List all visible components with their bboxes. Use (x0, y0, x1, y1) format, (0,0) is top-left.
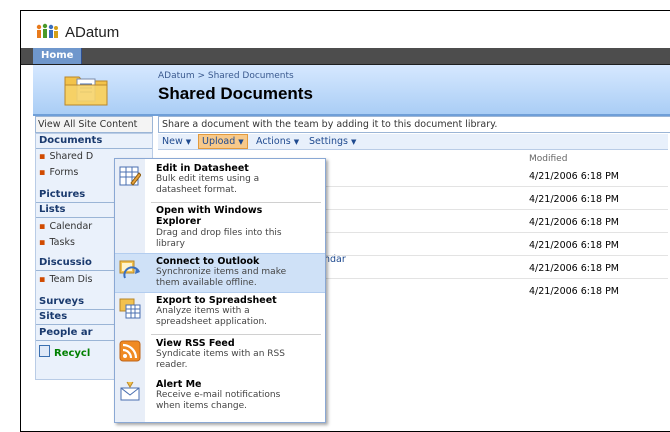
datasheet-icon (119, 166, 141, 186)
bullet-icon: ▪ (39, 221, 46, 232)
row-modified-date: 4/21/2006 6:18 PM (529, 171, 620, 182)
chevron-down-icon: ▼ (293, 138, 300, 146)
menu-item-title: Connect to Outlook (156, 256, 260, 267)
settings-menu-button[interactable]: Settings ▼ (309, 134, 356, 150)
recycle-bin-icon (39, 345, 50, 357)
nav-item-label: Team Dis (49, 274, 93, 285)
recycle-bin-label: Recycl (54, 348, 91, 359)
page-title-band (33, 65, 670, 115)
nav-heading-lists[interactable]: Lists (39, 204, 65, 215)
row-modified-date: 4/21/2006 6:18 PM (529, 263, 620, 274)
library-description: Share a document with the team by adding… (158, 116, 670, 133)
breadcrumb[interactable]: ADatum > Shared Documents (158, 71, 294, 81)
nav-item-label: Tasks (49, 237, 75, 248)
page-title: Shared Documents (158, 84, 313, 103)
nav-item-calendar[interactable]: ▪ Calendar (39, 221, 92, 232)
bullet-icon: ▪ (39, 151, 46, 162)
menu-item-alert-me[interactable]: Alert Me Receive e-mail notifications wh… (115, 377, 325, 419)
top-navigation: Home (21, 48, 670, 65)
bullet-icon: ▪ (39, 167, 46, 178)
menu-item-description: them available offline. (156, 277, 257, 288)
row-modified-date: 4/21/2006 6:18 PM (529, 194, 620, 205)
actions-dropdown-menu: Edit in Datasheet Bulk edit items using … (114, 158, 326, 423)
nav-item-label: Forms (49, 167, 79, 178)
menu-item-description: library (156, 238, 185, 249)
bullet-icon: ▪ (39, 274, 46, 285)
new-label: New (162, 136, 183, 147)
menu-item-description: datasheet format. (156, 184, 238, 195)
nav-item-label: Shared D (49, 151, 94, 162)
nav-item-label: Calendar (49, 221, 93, 232)
row-modified-date: 4/21/2006 6:18 PM (529, 240, 620, 251)
menu-separator (151, 334, 321, 335)
actions-menu-button[interactable]: Actions ▼ (256, 134, 299, 150)
outlook-icon (119, 260, 140, 279)
menu-item-title: Open with Windows Explorer (156, 205, 263, 227)
document-library-folder-icon (64, 76, 108, 106)
menu-item-description: Bulk edit items using a (156, 174, 260, 184)
site-title[interactable]: ADatum (65, 24, 119, 41)
upload-menu-button[interactable]: Upload ▼ (198, 134, 248, 149)
row-modified-date: 4/21/2006 6:18 PM (529, 286, 620, 297)
nav-heading-documents[interactable]: Documents (39, 135, 102, 146)
rss-icon (119, 340, 141, 362)
menu-item-description: Synchronize items and make (156, 267, 287, 277)
menu-item-description: Analyze items with a (156, 306, 250, 316)
nav-heading-people-and-groups[interactable]: People ar (39, 327, 93, 338)
list-toolbar: New ▼ Upload ▼ Actions ▼ Settings ▼ (158, 134, 668, 150)
people-logo-icon (36, 23, 58, 38)
recycle-bin-link[interactable]: Recycl (39, 345, 90, 359)
row-modified-date: 4/21/2006 6:18 PM (529, 217, 620, 228)
chevron-down-icon: ▼ (238, 138, 244, 146)
nav-heading-surveys[interactable]: Surveys (39, 296, 84, 307)
browser-frame: ADatum Home ADatum > Shared Documents Sh… (20, 10, 670, 432)
menu-item-open-with-windows-explorer[interactable]: Open with Windows Explorer Drag and drop… (115, 203, 325, 253)
chevron-down-icon: ▼ (185, 138, 192, 146)
nav-item-shared-documents[interactable]: ▪ Shared D (39, 151, 93, 162)
menu-item-title: Alert Me (156, 379, 202, 390)
menu-item-connect-to-outlook[interactable]: Connect to Outlook Synchronize items and… (115, 253, 325, 293)
view-all-site-content-link[interactable]: View All Site Content (35, 116, 153, 133)
menu-item-description: when items change. (156, 400, 248, 411)
nav-heading-sites[interactable]: Sites (39, 311, 67, 322)
menu-item-description: Receive e-mail notifications (156, 390, 281, 400)
spreadsheet-icon (119, 298, 141, 319)
menu-item-title: Export to Spreadsheet (156, 295, 277, 306)
alert-envelope-icon (120, 381, 140, 401)
chevron-down-icon: ▼ (350, 138, 357, 146)
settings-label: Settings (309, 136, 348, 147)
nav-heading-pictures[interactable]: Pictures (39, 189, 85, 200)
nav-item-tasks[interactable]: ▪ Tasks (39, 237, 75, 248)
divider (36, 148, 152, 149)
menu-item-description: spreadsheet application. (156, 316, 268, 327)
nav-item-team-discussion[interactable]: ▪ Team Dis (39, 274, 93, 285)
upload-label: Upload (202, 136, 236, 147)
column-header-modified[interactable]: Modified (529, 154, 567, 164)
menu-item-edit-in-datasheet[interactable]: Edit in Datasheet Bulk edit items using … (115, 161, 325, 201)
actions-label: Actions (256, 136, 291, 147)
nav-heading-discussions[interactable]: Discussio (39, 257, 92, 268)
menu-item-description: reader. (156, 359, 188, 370)
tab-home[interactable]: Home (33, 48, 83, 64)
bullet-icon: ▪ (39, 237, 46, 248)
menu-item-description: Syndicate items with an RSS (156, 349, 285, 359)
menu-item-export-to-spreadsheet[interactable]: Export to Spreadsheet Analyze items with… (115, 293, 325, 333)
menu-item-view-rss-feed[interactable]: View RSS Feed Syndicate items with an RS… (115, 336, 325, 376)
new-menu-button[interactable]: New ▼ (162, 134, 191, 150)
menu-item-title: Edit in Datasheet (156, 163, 249, 174)
nav-item-forms[interactable]: ▪ Forms (39, 167, 78, 178)
site-header: ADatum (21, 11, 670, 49)
menu-item-description: Drag and drop files into this (156, 228, 282, 238)
menu-item-title: View RSS Feed (156, 338, 235, 349)
